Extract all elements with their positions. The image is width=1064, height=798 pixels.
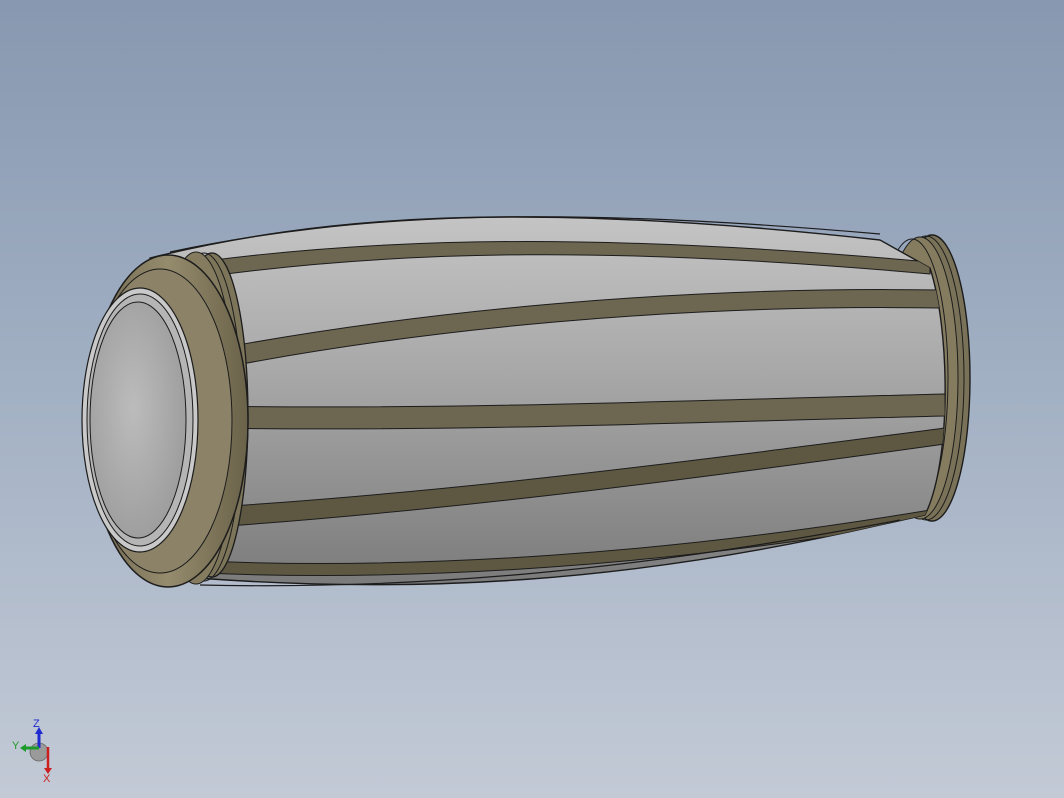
drum-model[interactable] — [0, 0, 1064, 798]
drum-head[interactable] — [81, 287, 199, 553]
z-axis-label: Z — [33, 718, 40, 730]
y-axis-label: Y — [12, 740, 20, 752]
cad-viewport[interactable]: Z Y X — [0, 0, 1064, 798]
axis-triad: Z Y X — [10, 718, 60, 785]
x-axis-label: X — [43, 773, 51, 782]
y-axis-arrow-icon — [20, 744, 26, 752]
